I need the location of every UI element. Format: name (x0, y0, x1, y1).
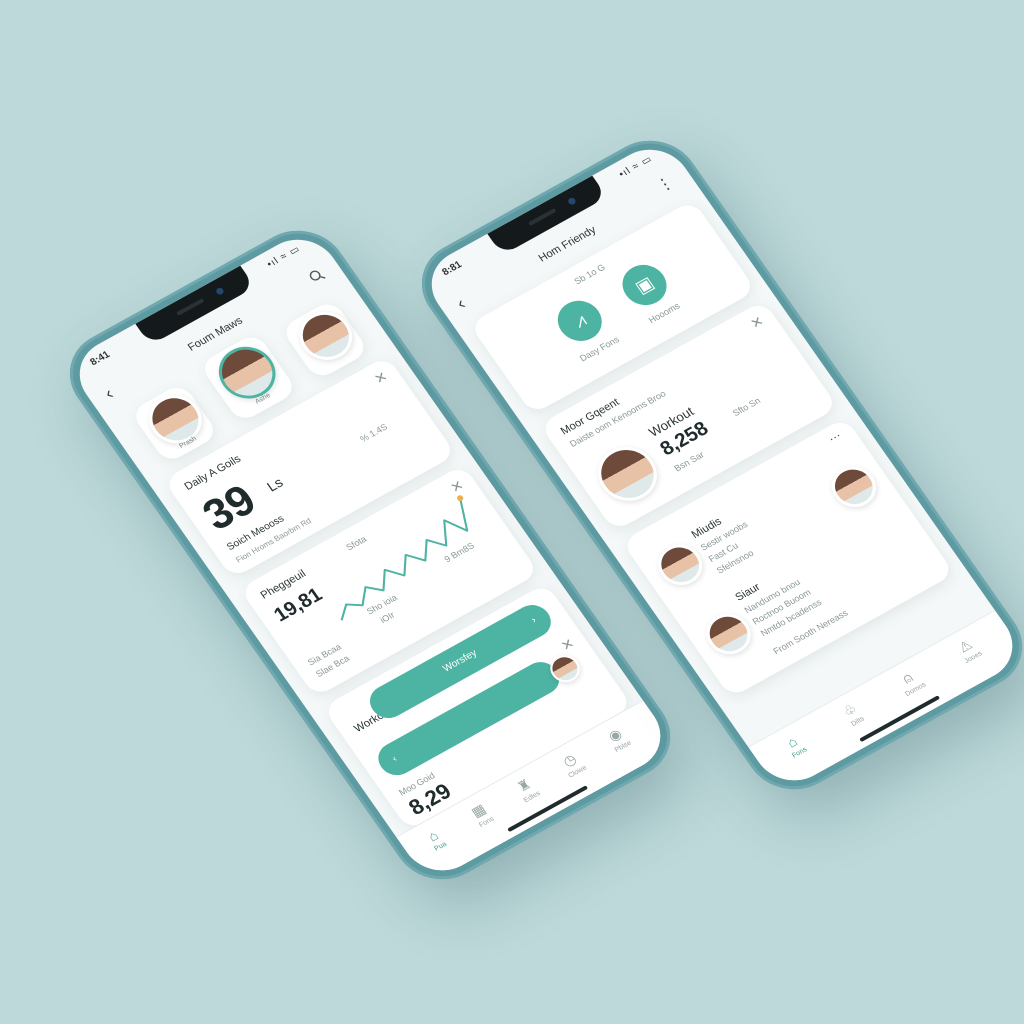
avatar (698, 606, 760, 662)
signal-icon: •ıl ≈ ▭ (264, 243, 303, 271)
more-horizontal-icon[interactable]: ··· (825, 428, 844, 445)
status-time: 8:41 (88, 349, 113, 369)
scene: 8:41 •ıl ≈ ▭ ‹ Foum Maws Prash Ashe ✕ Da… (0, 0, 1024, 1024)
avatar (823, 459, 885, 515)
activity-icon: ⩘ (569, 310, 591, 332)
close-icon[interactable]: ✕ (371, 368, 391, 388)
bell-icon: ♧ (839, 700, 860, 720)
close-icon[interactable]: ✕ (747, 313, 767, 333)
chevron-left-icon: ‹ (390, 753, 400, 765)
goal-side-text: Sfto Sn (730, 395, 763, 419)
friend-card[interactable]: Prash (129, 382, 220, 465)
peak-point (456, 495, 464, 502)
video-button[interactable]: ▣ (614, 257, 675, 313)
workout-button-label: Worsfey (440, 647, 480, 675)
chevron-right-icon: › (529, 614, 539, 626)
tab-home[interactable]: ⌂ Fons (765, 723, 823, 768)
video-icon: ▣ (631, 272, 658, 298)
avatar (586, 437, 669, 511)
close-icon[interactable]: ✕ (558, 635, 578, 655)
signal-icon: •ıl ≈ ▭ (616, 153, 655, 181)
daily-unit: Ls (263, 474, 286, 495)
avatar (139, 386, 212, 453)
activity-button[interactable]: ⩘ (549, 293, 611, 349)
tab-alerts[interactable]: ⚠ Jooes (939, 627, 998, 673)
friend-card[interactable] (280, 298, 370, 381)
daily-side-text: % 1.4S (358, 421, 390, 445)
avatar (289, 303, 363, 369)
status-time: 8:81 (440, 259, 465, 279)
